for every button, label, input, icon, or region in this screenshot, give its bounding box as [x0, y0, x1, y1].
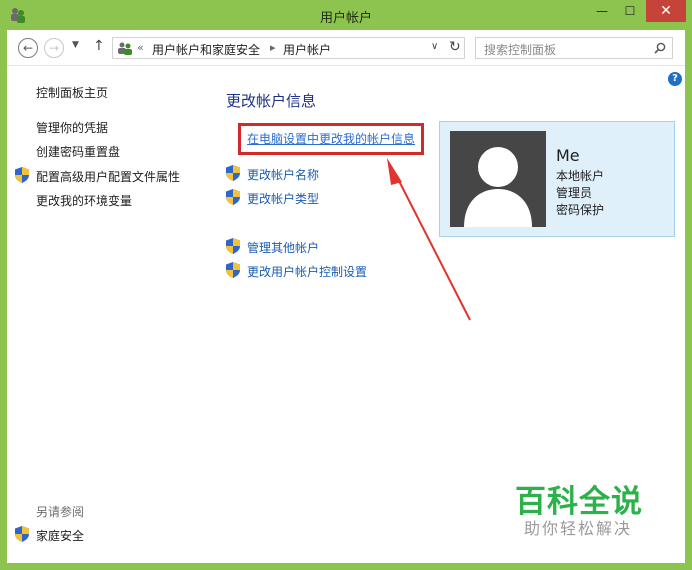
window: 用户帐户 — ☐ ✕ ← → ▼ ↑ « 用户帐户和家庭安全 ▸ 用户帐户 ∨ …: [0, 0, 692, 570]
breadcrumb-family-safety[interactable]: 用户帐户和家庭安全: [152, 41, 260, 58]
chevron-down-icon[interactable]: ∨: [431, 41, 438, 52]
back-arrow-icon: ←: [22, 41, 34, 55]
search-placeholder: 搜索控制面板: [484, 43, 557, 57]
help-icon[interactable]: ?: [668, 72, 682, 86]
change-account-type-link[interactable]: 更改帐户类型: [247, 190, 319, 207]
change-account-name-link[interactable]: 更改帐户名称: [247, 166, 319, 183]
title-bar: 用户帐户 — ☐ ✕: [0, 0, 692, 30]
breadcrumb-user-accounts[interactable]: 用户帐户: [283, 41, 331, 58]
overflow-chevron-icon[interactable]: «: [137, 41, 144, 54]
search-icon[interactable]: [654, 42, 666, 54]
window-client: ← → ▼ ↑ « 用户帐户和家庭安全 ▸ 用户帐户 ∨ ↻ 搜索控制面板 ? …: [7, 30, 685, 563]
user-account-card: Me 本地帐户 管理员 密码保护: [439, 121, 675, 237]
minimize-button[interactable]: —: [590, 0, 614, 22]
change-info-in-pc-settings-link[interactable]: 在电脑设置中更改我的帐户信息: [247, 130, 415, 147]
account-location: 本地帐户: [556, 169, 605, 183]
see-also-label: 另请参阅: [36, 505, 85, 519]
uac-shield-icon: [226, 262, 240, 278]
uac-shield-icon: [226, 165, 240, 181]
uac-shield-icon: [15, 526, 29, 542]
sidebar-item-control-panel-home[interactable]: 控制面板主页: [36, 84, 108, 101]
user-name: Me: [556, 146, 580, 165]
page-title: 更改帐户信息: [226, 92, 317, 110]
uac-shield-icon: [15, 167, 29, 183]
account-password-status: 密码保护: [556, 203, 605, 217]
back-button[interactable]: ←: [18, 38, 38, 58]
refresh-icon[interactable]: ↻: [449, 39, 461, 55]
uac-shield-icon: [226, 238, 240, 254]
maximize-button[interactable]: ☐: [618, 0, 642, 22]
search-input[interactable]: 搜索控制面板: [475, 37, 673, 59]
up-button[interactable]: ↑: [93, 38, 105, 54]
sidebar-item-environment-variables[interactable]: 更改我的环境变量: [36, 192, 132, 209]
account-role: 管理员: [556, 186, 593, 200]
change-uac-settings-link[interactable]: 更改用户帐户控制设置: [247, 263, 367, 280]
sidebar-item-create-reset-disk[interactable]: 创建密码重置盘: [36, 143, 120, 160]
forward-arrow-icon: →: [48, 41, 60, 55]
watermark-subtitle: 助你轻松解决: [524, 519, 633, 538]
sidebar-item-manage-credentials[interactable]: 管理你的凭据: [36, 119, 108, 136]
see-also-family-safety[interactable]: 家庭安全: [36, 527, 84, 544]
control-panel-icon: [118, 42, 132, 55]
forward-button[interactable]: →: [44, 38, 64, 58]
sidebar-item-advanced-profile[interactable]: 配置高级用户配置文件属性: [36, 168, 180, 185]
manage-other-accounts-link[interactable]: 管理其他帐户: [247, 239, 319, 256]
recent-locations-dropdown[interactable]: ▼: [72, 40, 79, 50]
breadcrumb-separator-icon[interactable]: ▸: [270, 41, 276, 54]
avatar: [450, 131, 546, 227]
address-bar[interactable]: « 用户帐户和家庭安全 ▸ 用户帐户 ∨ ↻: [112, 37, 465, 59]
navigation-bar: ← → ▼ ↑ « 用户帐户和家庭安全 ▸ 用户帐户 ∨ ↻ 搜索控制面板: [7, 30, 685, 66]
close-button[interactable]: ✕: [646, 0, 686, 22]
uac-shield-icon: [226, 189, 240, 205]
up-arrow-icon: ↑: [93, 38, 105, 54]
window-title: 用户帐户: [319, 11, 372, 26]
